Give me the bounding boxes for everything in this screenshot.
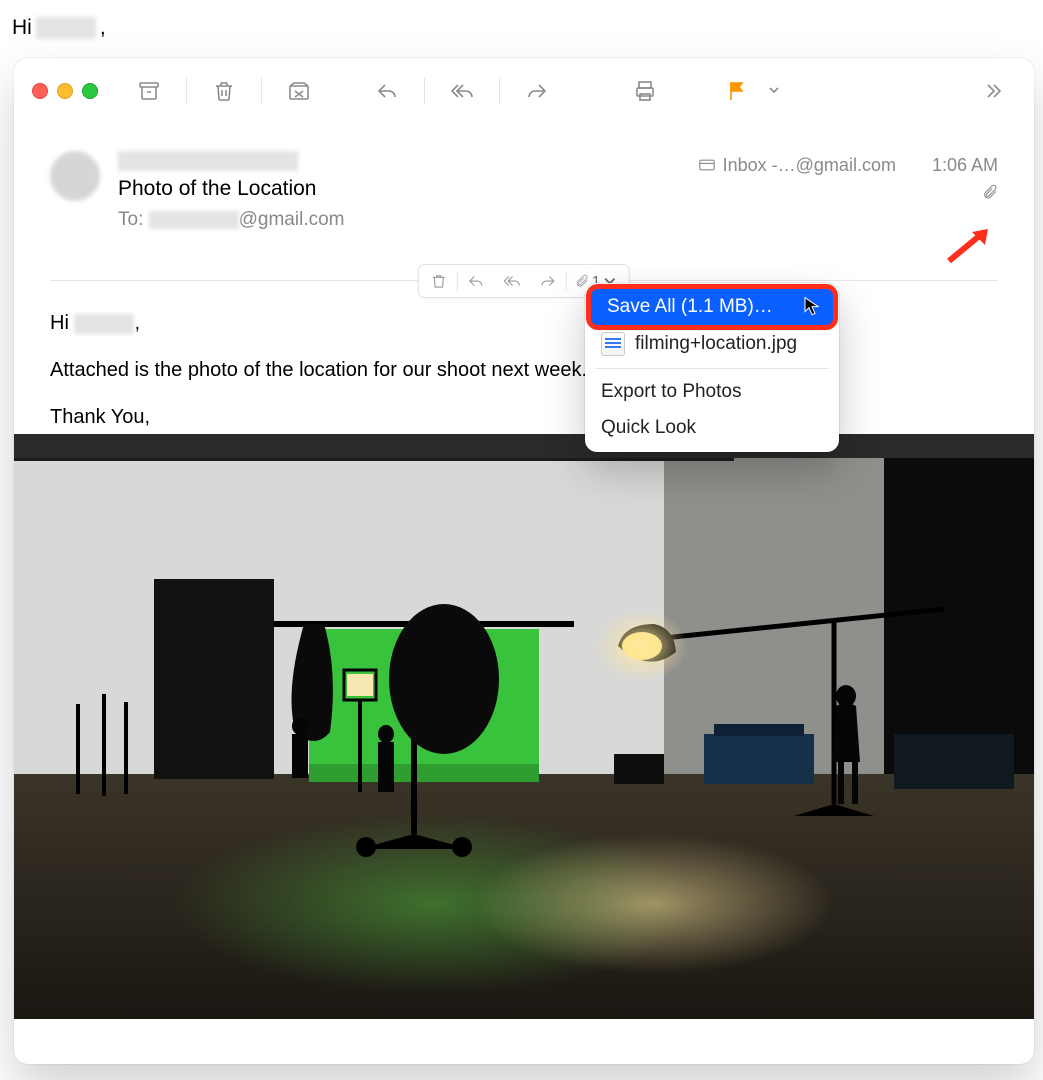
redacted-name: [74, 314, 134, 334]
menu-item-label: filming+location.jpg: [635, 333, 797, 355]
print-button[interactable]: [622, 72, 668, 110]
inline-delete-button[interactable]: [421, 266, 457, 296]
chevron-down-icon: [768, 84, 780, 96]
menu-item-label: Save All (1.1 MB)…: [607, 296, 773, 318]
reply-all-icon: [503, 272, 521, 290]
body-line-1: Attached is the photo of the location fo…: [50, 355, 998, 386]
bg-greeting-suffix: ,: [100, 16, 106, 40]
greeting-suffix: ,: [134, 312, 140, 334]
flag-button[interactable]: [714, 72, 760, 110]
to-label: To:: [118, 209, 149, 230]
menu-separator: [595, 368, 829, 369]
mailbox-indicator[interactable]: Inbox -…@gmail.com 1:06 AM: [699, 151, 998, 180]
forward-icon: [525, 79, 549, 103]
flag-dropdown-button[interactable]: [768, 83, 780, 99]
message-time: 1:06 AM: [932, 151, 998, 180]
window-controls: [32, 83, 98, 99]
minimize-window-button[interactable]: [57, 83, 73, 99]
background-previous-message: Hi ,: [0, 0, 1043, 55]
toolbar-separator: [424, 78, 425, 104]
mailbox-label: Inbox -…@gmail.com: [723, 151, 896, 180]
mailbox-icon: [699, 158, 715, 172]
greeting-prefix: Hi: [50, 312, 74, 334]
annotation-arrow: [944, 226, 994, 266]
body-greeting: Hi ,: [50, 308, 998, 339]
archive-icon: [137, 79, 161, 103]
window-toolbar: [14, 58, 1034, 125]
forward-icon: [539, 272, 557, 290]
trash-icon: [430, 272, 448, 290]
trash-icon: [212, 79, 236, 103]
filming-location-photo: [14, 434, 1034, 1019]
redacted-name: [36, 17, 96, 39]
sender-avatar[interactable]: [50, 151, 100, 201]
inline-reply-all-button[interactable]: [494, 266, 530, 296]
message-subject: Photo of the Location: [118, 177, 699, 201]
menu-item-save-all[interactable]: Save All (1.1 MB)…: [591, 289, 833, 325]
reply-icon: [375, 79, 399, 103]
redacted-sender: [118, 151, 298, 171]
menu-item-attachment-file[interactable]: filming+location.jpg: [585, 325, 839, 363]
inline-reply-button[interactable]: [458, 266, 494, 296]
chevron-double-right-icon: [981, 79, 1005, 103]
fullscreen-window-button[interactable]: [82, 83, 98, 99]
attachment-indicator[interactable]: [699, 182, 998, 202]
archive-button[interactable]: [126, 72, 172, 110]
reply-button[interactable]: [364, 72, 410, 110]
toolbar-separator: [261, 78, 262, 104]
delete-button[interactable]: [201, 72, 247, 110]
reply-icon: [467, 272, 485, 290]
paperclip-icon: [982, 182, 998, 202]
to-domain: @gmail.com: [239, 209, 345, 230]
close-window-button[interactable]: [32, 83, 48, 99]
jpeg-file-icon: [601, 332, 625, 356]
recipients-line[interactable]: To: @gmail.com: [118, 209, 699, 231]
sender-name[interactable]: [118, 151, 699, 171]
junk-icon: [287, 79, 311, 103]
attachment-menu: Save All (1.1 MB)… filming+location.jpg …: [585, 283, 839, 452]
attachment-image[interactable]: [14, 434, 1034, 1019]
junk-button[interactable]: [276, 72, 322, 110]
redacted-recipient: [149, 211, 239, 229]
body-thanks: Thank You,: [50, 402, 998, 433]
message-header: Photo of the Location To: @gmail.com Inb…: [14, 125, 1034, 231]
toolbar-overflow-button[interactable]: [970, 72, 1016, 110]
menu-item-label: Export to Photos: [601, 381, 741, 403]
flag-icon: [725, 79, 749, 103]
reply-all-button[interactable]: [439, 72, 485, 110]
toolbar-separator: [186, 78, 187, 104]
mail-message-window: Photo of the Location To: @gmail.com Inb…: [14, 58, 1034, 1064]
print-icon: [633, 79, 657, 103]
forward-button[interactable]: [514, 72, 560, 110]
toolbar-separator: [499, 78, 500, 104]
bg-greeting-prefix: Hi: [12, 16, 32, 40]
menu-item-label: Quick Look: [601, 417, 696, 439]
cursor-icon: [803, 297, 819, 323]
menu-item-export-to-photos[interactable]: Export to Photos: [585, 374, 839, 410]
reply-all-icon: [450, 79, 474, 103]
menu-item-quick-look[interactable]: Quick Look: [585, 410, 839, 446]
inline-forward-button[interactable]: [530, 266, 566, 296]
